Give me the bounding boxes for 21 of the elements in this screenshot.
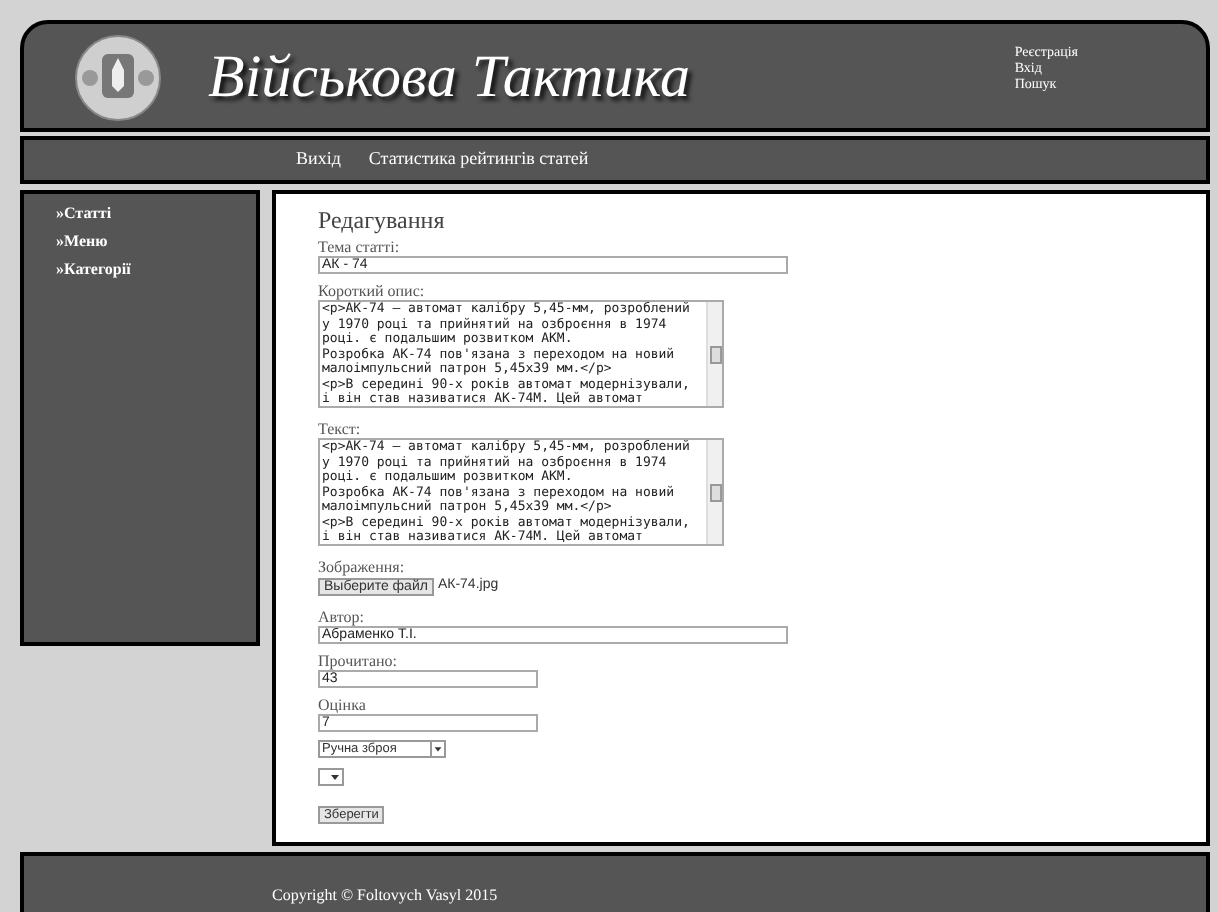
field-label: Текст: <box>318 420 363 438</box>
nav-link[interactable]: Статистика рейтингів статей <box>368 146 589 174</box>
field-label: Автор: <box>318 607 366 625</box>
sidebar-item[interactable]: »Статті <box>56 202 256 226</box>
site-title: Військова Тактика <box>208 41 691 113</box>
caret-icon <box>328 769 342 783</box>
field-label: Прочитано: <box>318 651 400 669</box>
field-label: Короткий опис: <box>318 282 427 300</box>
caret-icon <box>430 741 444 755</box>
copyright-text: Copyright © Foltovych Vasyl 2015 <box>272 886 498 904</box>
empty-select[interactable] <box>318 767 344 785</box>
form-heading: Редагування <box>318 206 447 234</box>
sidebar-item[interactable]: »Категорії <box>56 258 256 282</box>
field-label: Тема статті: <box>318 238 402 256</box>
scrollbar-thumb[interactable] <box>709 483 721 501</box>
field-label: Оцінка <box>318 695 368 713</box>
scrollbar-thumb[interactable] <box>709 345 721 363</box>
sidebar-item[interactable]: »Меню <box>56 230 256 254</box>
field-label: Зображення: <box>318 558 407 576</box>
nav-link[interactable]: Вихід <box>296 146 341 174</box>
emblem-icon <box>72 30 164 122</box>
